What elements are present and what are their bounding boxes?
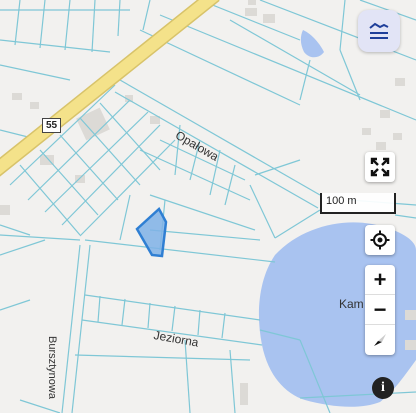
zoom-out-button[interactable]: −	[365, 295, 395, 325]
locate-button[interactable]	[365, 225, 395, 255]
zoom-in-label: +	[373, 266, 387, 292]
fullscreen-button[interactable]	[365, 152, 395, 182]
layers-icon	[369, 22, 389, 39]
locate-icon	[370, 230, 390, 250]
lake-label: Kam	[339, 297, 364, 311]
zoom-out-label: −	[373, 296, 387, 322]
compass-icon	[374, 334, 386, 346]
scale-bar: 100 m	[320, 193, 396, 214]
route-shield: 55	[42, 118, 61, 133]
zoom-control: + −	[365, 265, 395, 355]
layers-button[interactable]	[358, 10, 400, 52]
map-view[interactable]: 55 Opałowa Jeziorna Bursztynowa Kam 100 …	[0, 0, 416, 413]
fullscreen-icon	[370, 157, 390, 177]
zoom-in-button[interactable]: +	[365, 265, 395, 295]
compass-button[interactable]	[365, 325, 395, 355]
info-button[interactable]: i	[372, 377, 394, 399]
street-label-vertical: Bursztynowa	[46, 336, 58, 399]
scale-label: 100 m	[326, 195, 357, 207]
